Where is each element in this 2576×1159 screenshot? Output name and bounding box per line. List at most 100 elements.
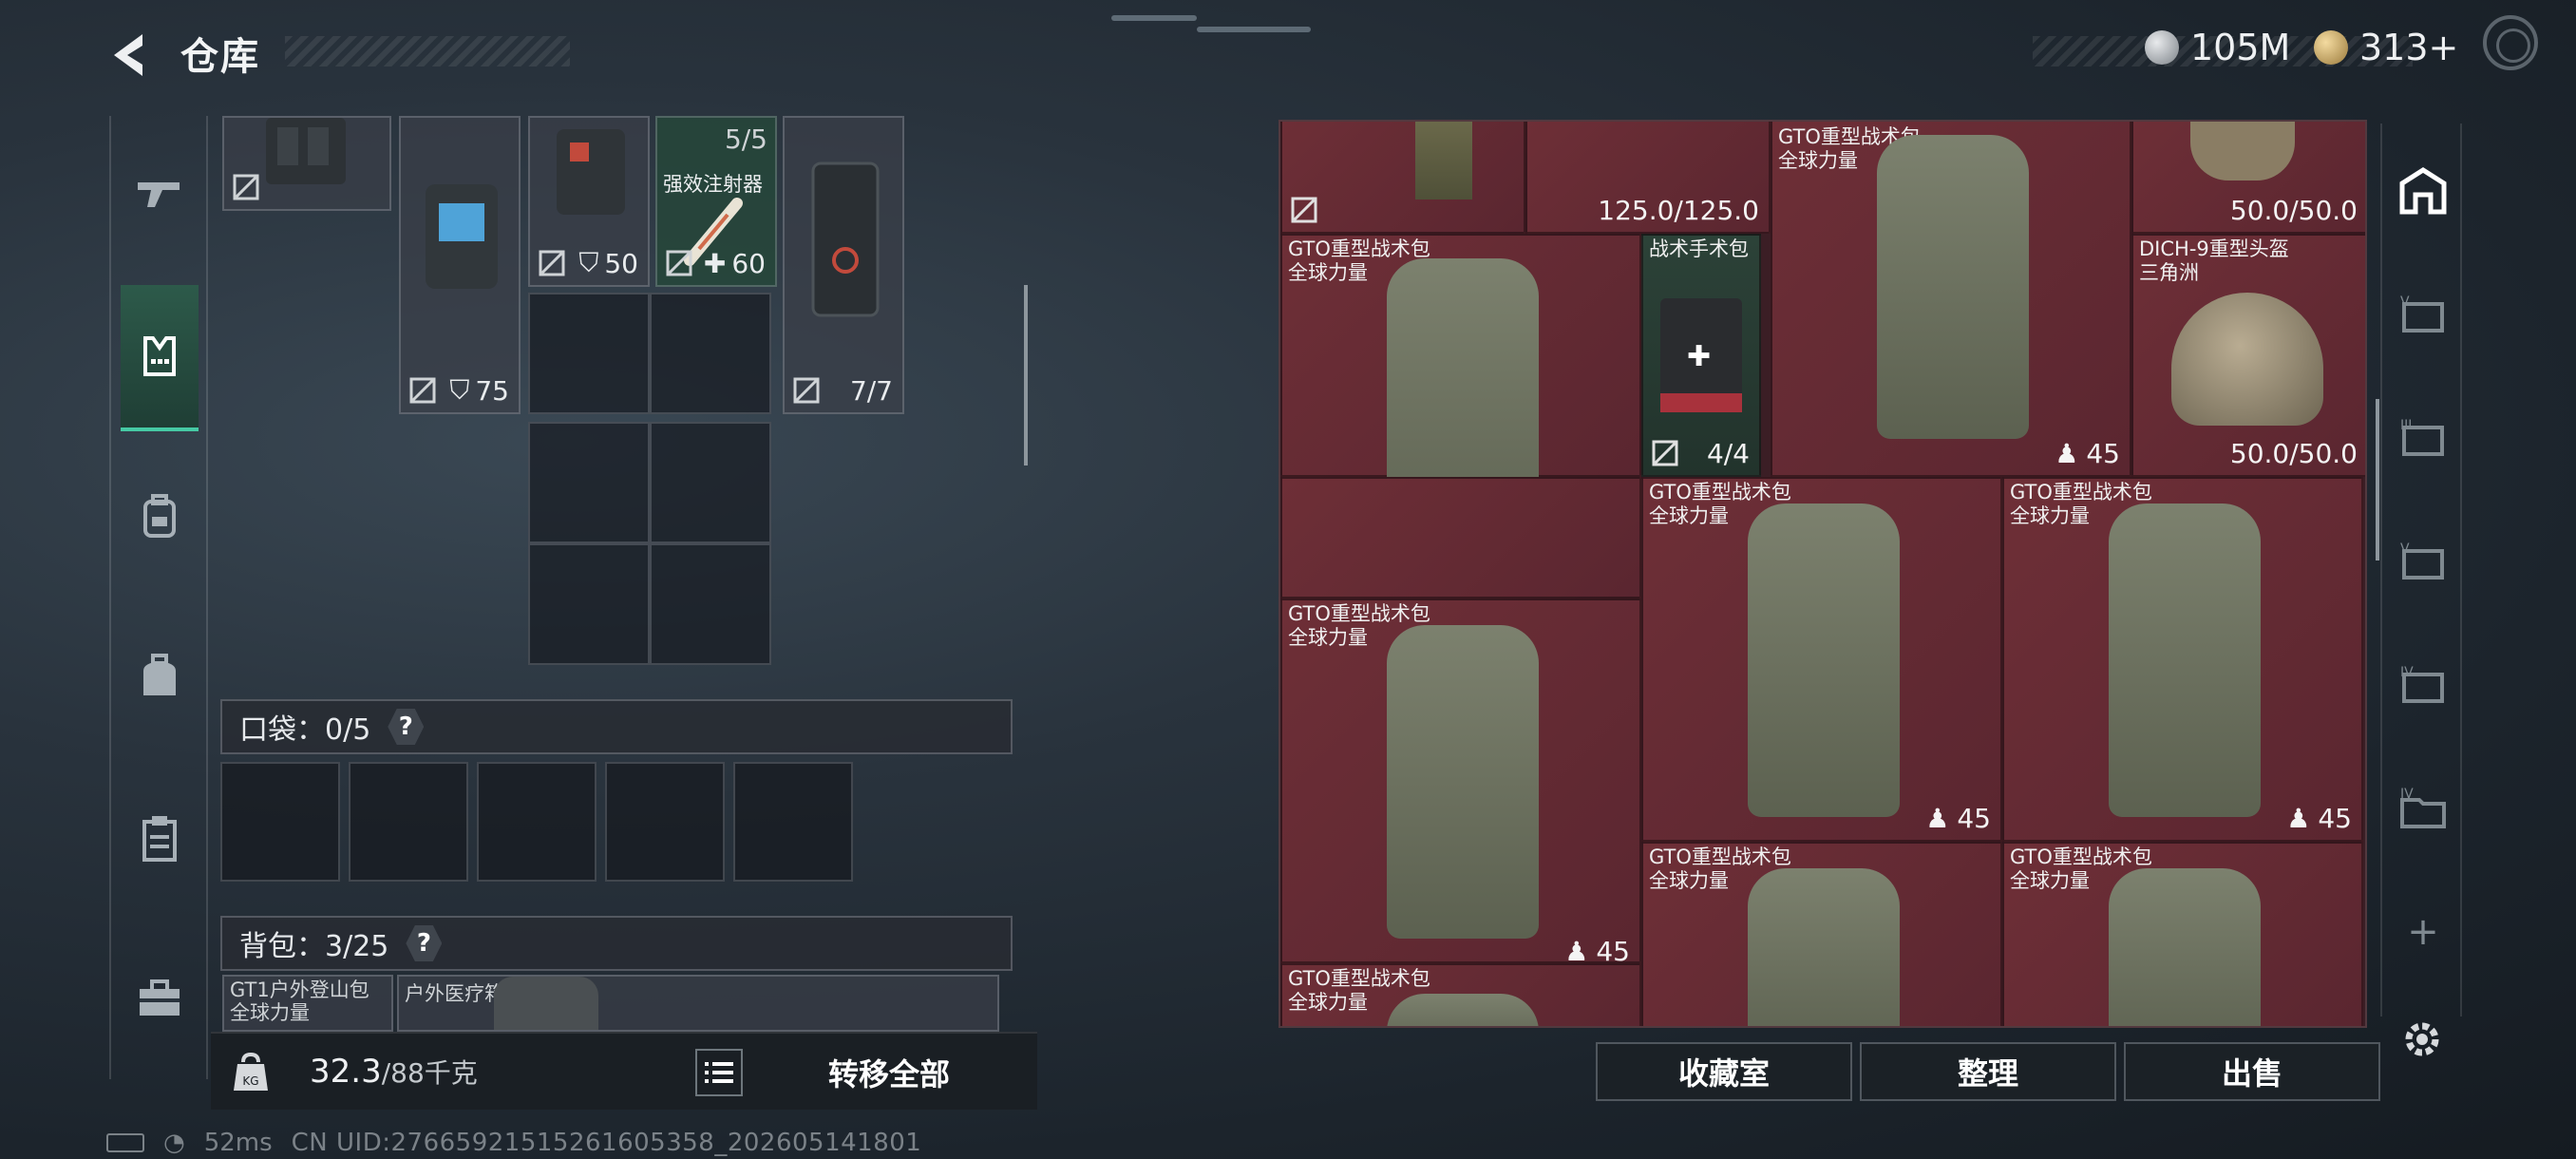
pocket-slot[interactable]	[349, 762, 468, 882]
clipboard-icon	[142, 816, 177, 862]
v-case-2-icon: V	[2400, 542, 2444, 580]
no-lock-icon	[539, 250, 565, 276]
empty-slot[interactable]	[650, 293, 771, 414]
pocket-slot[interactable]	[605, 762, 725, 882]
storage-item-medkit[interactable]: 战术手术包 ✚ 4/4	[1641, 234, 1761, 477]
storage-item-gto-pack[interactable]: GTO重型战术包 全球力量	[1641, 842, 2002, 1026]
sell-button[interactable]: 出售	[2124, 1042, 2380, 1101]
list-view-button[interactable]	[695, 1049, 743, 1096]
pockets-help-button[interactable]: ?	[388, 709, 425, 745]
storage-item-gto-pack[interactable]: GTO重型战术包全球力量 ♟45	[2002, 477, 2363, 842]
armor-small-icon	[557, 129, 625, 215]
pocket-slot[interactable]	[220, 762, 340, 882]
storage-home-tab[interactable]	[2394, 162, 2453, 220]
heal-plus-icon: ✚	[703, 248, 727, 279]
pocket-slot[interactable]	[477, 762, 597, 882]
collection-room-button[interactable]: 收藏室	[1596, 1042, 1852, 1101]
tactical-backpack-icon	[1748, 868, 1900, 1026]
list-icon	[705, 1062, 733, 1083]
gold-amount: 313+	[2359, 27, 2459, 68]
backpack-icon	[143, 494, 176, 538]
toolbox-tab[interactable]	[121, 960, 199, 1037]
armor-durability: ⛉ 75	[449, 374, 509, 407]
item-name: DICH-9重型头盔 三角洲	[2139, 238, 2289, 284]
storage-item-durability[interactable]: 125.0/125.0	[1525, 122, 1771, 234]
storage-filler	[1280, 477, 1641, 598]
currency-gold[interactable]: 313+	[2314, 27, 2458, 68]
transfer-all-button[interactable]: 转移全部	[828, 1051, 950, 1094]
storage-item-gto-pack[interactable]: GTO重型战术包全球力量 ♟45	[1641, 477, 2002, 842]
wifi-icon: ◔	[163, 1129, 185, 1157]
backpack-item-1[interactable]: GT1户外登山包 全球力量	[222, 975, 393, 1032]
storage-item-camo-pack[interactable]	[1280, 122, 1525, 234]
settings-button[interactable]	[2399, 1016, 2445, 1062]
status-bar: ◔ 52ms CN UID:27665921515261605358_20260…	[106, 1129, 921, 1157]
no-lock-icon	[666, 250, 692, 276]
weight-readout: 32.3/88千克	[310, 1053, 478, 1091]
empty-slot[interactable]	[528, 543, 650, 665]
toolbox-icon	[140, 979, 180, 1016]
camo-pack-icon	[1415, 122, 1472, 200]
back-button[interactable]	[104, 28, 158, 82]
tactical-backpack-icon	[1748, 504, 1900, 817]
backpack-tab[interactable]	[121, 477, 199, 555]
vest-tab[interactable]	[121, 285, 199, 431]
syringe-slot[interactable]: 5/5 强效注射器 ✚ 60	[655, 116, 777, 287]
medical-case-icon	[811, 162, 880, 317]
storage-case-iii-tab[interactable]: III	[2394, 408, 2453, 467]
bag-tab[interactable]	[121, 638, 199, 716]
storage-case-v-tab[interactable]: V	[2394, 285, 2453, 344]
bag-icon	[143, 654, 176, 695]
back-arrow-icon	[114, 34, 142, 76]
svg-text:V: V	[2400, 542, 2410, 557]
storage-item-gto-pack[interactable]: GTO重型战术包全球力量 ♟45	[1280, 598, 1641, 967]
organize-button[interactable]: 整理	[1860, 1042, 2116, 1101]
empty-slot[interactable]	[650, 543, 771, 665]
backpack-label: 背包：3/25	[239, 930, 389, 963]
svg-text:IV: IV	[2400, 787, 2414, 802]
armor-plate-icon	[426, 184, 498, 289]
backpack-help-button[interactable]: ?	[406, 925, 443, 961]
pockets-label: 口袋：0/5	[239, 713, 371, 747]
storage-item-gto-pack[interactable]: GTO重型战术包 全球力量	[1280, 963, 1641, 1026]
storage-item-helmet-top[interactable]: 50.0/50.0	[2131, 122, 2365, 234]
weight-icon: KG	[234, 1053, 268, 1091]
empty-slot[interactable]	[528, 293, 650, 414]
menu-ring-button[interactable]	[2483, 15, 2538, 70]
rig-item-icon	[266, 118, 346, 184]
tactical-backpack-icon	[1877, 135, 2029, 439]
iv-case-icon: IV	[2400, 665, 2444, 703]
storage-folder-iv-tab[interactable]: IV	[2394, 779, 2453, 838]
tactical-backpack-icon	[1387, 625, 1539, 939]
empty-slot[interactable]	[528, 422, 650, 543]
no-lock-icon	[793, 377, 820, 404]
medkit-bag-icon	[494, 977, 598, 1030]
empty-slot[interactable]	[650, 422, 771, 543]
syringe-quantity: 5/5	[724, 124, 767, 155]
storage-item-gto-pack[interactable]: GTO重型战术包全球力量 ♟45	[1771, 122, 2131, 477]
tactical-backpack-icon	[1387, 994, 1539, 1026]
item-weight: ♟45	[2286, 803, 2352, 834]
v-case-icon: V	[2400, 294, 2444, 332]
storage-item-gto-pack[interactable]: GTO重型战术包全球力量 ♟45	[1280, 234, 1641, 580]
storage-item-helmet[interactable]: DICH-9重型头盔 三角洲 50.0/50.0	[2131, 234, 2365, 477]
medical-case-slot[interactable]: 7/7	[783, 116, 904, 414]
backpack-item-2[interactable]: 户外医疗箱	[397, 975, 999, 1032]
storage-tabs: V III V IV IV +	[2380, 124, 2462, 1016]
left-scrollbar[interactable]	[1024, 285, 1028, 466]
rig-slot-top-left[interactable]	[222, 116, 391, 211]
clipboard-tab[interactable]	[121, 800, 199, 878]
storage-item-gto-pack[interactable]: GTO重型战术包 全球力量	[2002, 842, 2363, 1026]
storage-scrollbar[interactable]	[2376, 399, 2379, 560]
armor-slot-small[interactable]: ⛉ 50	[528, 116, 650, 287]
weight-bar: KG 32.3/88千克 转移全部	[211, 1032, 1037, 1110]
weapon-tab[interactable]	[121, 156, 199, 234]
armor-rig-slot[interactable]: ⛉ 75	[399, 116, 521, 414]
pocket-slot[interactable]	[733, 762, 853, 882]
left-category-rail	[109, 116, 208, 1079]
storage-case-iv-tab[interactable]: IV	[2394, 656, 2453, 714]
add-storage-button[interactable]: +	[2394, 902, 2453, 961]
storage-case-v2-tab[interactable]: V	[2394, 532, 2453, 591]
weight-small-icon: ♟	[2286, 803, 2311, 834]
weapon-icon	[138, 182, 180, 207]
